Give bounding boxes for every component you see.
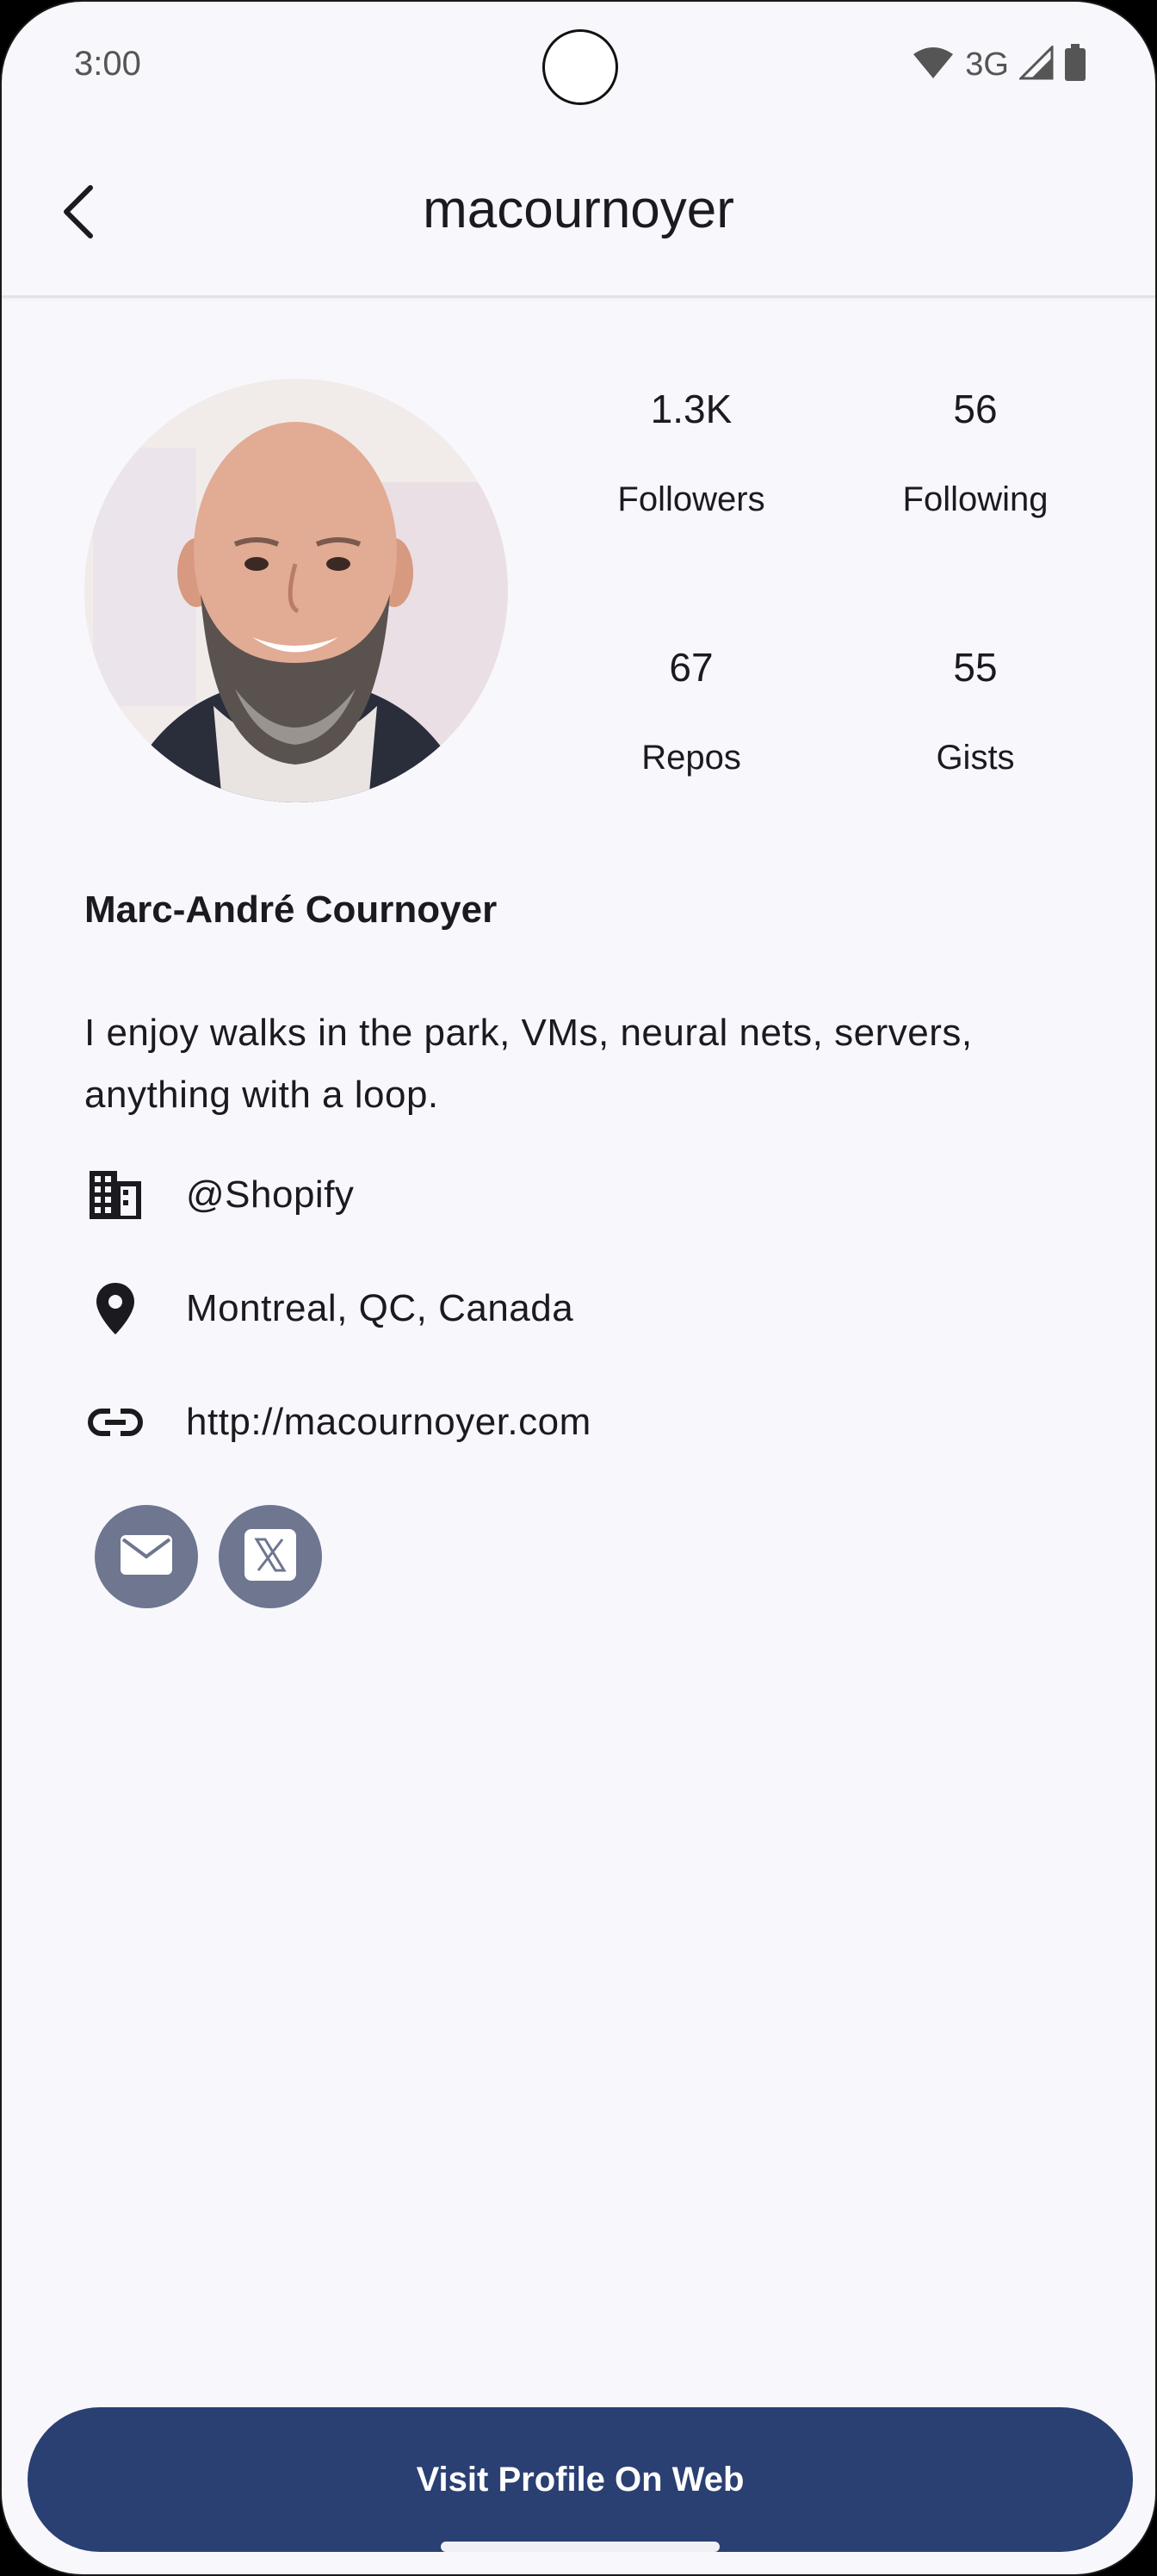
cell-signal-icon [1018, 44, 1054, 84]
home-indicator[interactable] [441, 2542, 720, 2552]
battery-icon [1064, 44, 1086, 85]
gists-count: 55 [953, 645, 998, 690]
following-count: 56 [953, 387, 998, 431]
top-app-bar: macournoyer [2, 131, 1155, 298]
repos-count: 67 [669, 645, 714, 690]
network-type: 3G [965, 46, 1009, 83]
link-icon [84, 1391, 146, 1453]
status-time: 3:00 [74, 45, 141, 83]
gists-stat[interactable]: 55 Gists [846, 644, 1104, 777]
company-text: @Shopify [186, 1173, 355, 1216]
email-icon [120, 1534, 173, 1579]
following-stat[interactable]: 56 Following [846, 386, 1104, 519]
followers-count: 1.3K [650, 387, 733, 431]
gists-label: Gists [936, 739, 1015, 777]
location-row: Montreal, QC, Canada [84, 1274, 1074, 1343]
status-bar: 3:00 3G [2, 2, 1155, 131]
bio-text: I enjoy walks in the park, VMs, neural n… [84, 1012, 973, 1116]
avatar [84, 379, 508, 802]
followers-label: Followers [617, 480, 765, 518]
status-icons: 3G [912, 43, 1086, 86]
building-icon [84, 1164, 146, 1226]
repos-label: Repos [641, 739, 741, 777]
visit-profile-button[interactable]: Visit Profile On Web [28, 2407, 1133, 2552]
page-title: macournoyer [423, 180, 734, 239]
location-pin-icon [84, 1278, 146, 1340]
phone-screen: 3:00 3G macournoyer 1.3K Followers 56 Fo… [0, 0, 1157, 2576]
blog-row[interactable]: http://macournoyer.com [84, 1388, 1074, 1457]
following-label: Following [902, 480, 1049, 518]
email-button[interactable] [95, 1505, 198, 1608]
x-icon [243, 1527, 298, 1586]
company-row: @Shopify [84, 1161, 1074, 1229]
followers-stat[interactable]: 1.3K Followers [562, 386, 820, 519]
wifi-icon [912, 46, 955, 84]
location-text: Montreal, QC, Canada [186, 1287, 574, 1329]
camera-cutout [542, 29, 618, 105]
repos-stat[interactable]: 67 Repos [562, 644, 820, 777]
blog-link[interactable]: http://macournoyer.com [186, 1401, 591, 1444]
x-profile-button[interactable] [219, 1505, 322, 1608]
display-name: Marc-André Cournoyer [84, 889, 498, 931]
